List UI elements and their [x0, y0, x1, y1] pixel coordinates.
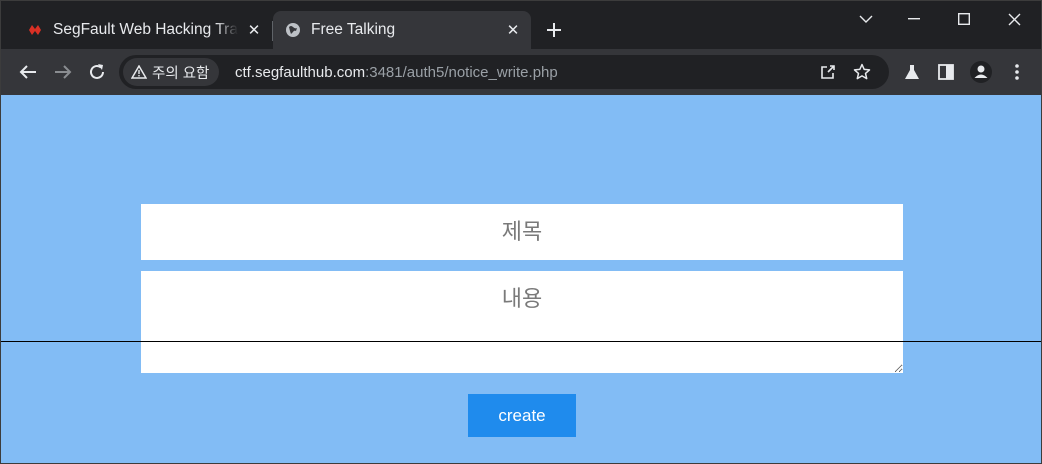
horizontal-rule: [1, 341, 1041, 342]
url-text[interactable]: ctf.segfaulthub.com:3481/auth5/notice_wr…: [235, 64, 558, 81]
close-icon[interactable]: ✕: [505, 22, 521, 39]
page-viewport: create: [1, 95, 1041, 463]
address-bar[interactable]: 주의 요함 ctf.segfaulthub.com:3481/auth5/not…: [119, 55, 889, 89]
warning-icon: [131, 65, 147, 79]
browser-toolbar: 주의 요함 ctf.segfaulthub.com:3481/auth5/not…: [1, 49, 1041, 95]
forward-icon[interactable]: [52, 61, 74, 83]
minimize-icon[interactable]: [891, 7, 937, 31]
profile-avatar-icon[interactable]: [970, 61, 992, 83]
security-chip[interactable]: 주의 요함: [123, 58, 220, 86]
close-icon[interactable]: ✕: [246, 22, 262, 39]
bookmark-star-icon[interactable]: [853, 63, 871, 81]
maximize-icon[interactable]: [941, 7, 987, 31]
url-path: :3481/auth5/notice_write.php: [365, 64, 558, 81]
side-panel-icon[interactable]: [935, 61, 957, 83]
url-host: ctf.segfaulthub.com: [235, 64, 366, 81]
labs-flask-icon[interactable]: [901, 61, 923, 83]
reload-icon[interactable]: [86, 61, 108, 83]
menu-kebab-icon[interactable]: [1006, 61, 1028, 83]
share-icon[interactable]: [819, 63, 837, 81]
browser-window: SegFault Web Hacking Training ✕ Free Tal…: [0, 0, 1042, 464]
tab-search-icon[interactable]: [843, 7, 889, 31]
back-icon[interactable]: [17, 61, 39, 83]
tab-strip: SegFault Web Hacking Training ✕ Free Tal…: [1, 1, 1041, 49]
new-tab-button[interactable]: [543, 19, 565, 41]
tab-title: SegFault Web Hacking Training: [53, 21, 238, 38]
globe-icon: [285, 22, 301, 38]
content-textarea[interactable]: [141, 271, 903, 373]
tab-segfault[interactable]: SegFault Web Hacking Training ✕: [17, 11, 272, 49]
close-window-icon[interactable]: [991, 7, 1037, 31]
segfault-logo-icon: [27, 22, 43, 38]
security-chip-label: 주의 요함: [152, 65, 210, 82]
tab-title: Free Talking: [311, 21, 396, 38]
tab-free-talking[interactable]: Free Talking ✕: [273, 11, 531, 49]
title-input[interactable]: [141, 204, 903, 260]
create-button[interactable]: create: [468, 394, 576, 437]
